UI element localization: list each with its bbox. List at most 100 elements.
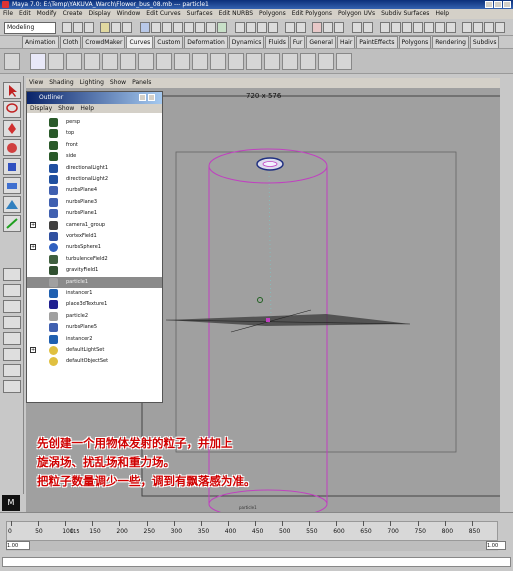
curve-tool-icon[interactable] [246,53,262,70]
mask-icon[interactable] [173,22,183,33]
status-icon[interactable] [495,22,505,33]
menu-edit-curves[interactable]: Edit Curves [143,9,183,19]
close-button[interactable] [503,1,511,8]
expand-toggle-icon[interactable]: + [30,244,36,251]
open-scene-icon[interactable] [73,22,83,33]
status-icon[interactable] [473,22,483,33]
shelf-tab-painteffects[interactable]: PaintEffects [356,36,398,48]
outliner-menu-display[interactable]: Display [27,104,55,113]
scale-tool-icon[interactable] [3,158,21,175]
menu-subdiv-surfaces[interactable]: Subdiv Surfaces [378,9,432,19]
shelf-tab-deformation[interactable]: Deformation [184,36,228,48]
history-icon[interactable] [285,22,295,33]
shelf-tab-rendering[interactable]: Rendering [432,36,469,48]
status-icon[interactable] [402,22,412,33]
outliner-item[interactable]: turbulenceField2 [27,254,162,266]
move-tool-icon[interactable] [3,120,21,137]
outliner-item[interactable]: instancer2 [27,334,162,346]
outliner-item[interactable]: nurbsPlane3 [27,197,162,209]
end-time-field[interactable]: 1.00 [486,541,506,550]
menu-modify[interactable]: Modify [34,9,60,19]
menu-file[interactable]: File [0,9,16,19]
menu-polygons[interactable]: Polygons [256,9,289,19]
mode-selector[interactable]: Modeling [4,22,56,34]
menu-help[interactable]: Help [432,9,452,19]
outliner-menu-help[interactable]: Help [77,104,97,113]
circle-icon[interactable] [120,53,136,70]
status-icon[interactable] [446,22,456,33]
render-icon[interactable] [312,22,322,33]
shelf-tab-dynamics[interactable]: Dynamics [228,36,265,48]
menu-window[interactable]: Window [114,9,144,19]
save-scene-icon[interactable] [84,22,94,33]
shelf-tab-subdivs[interactable]: Subdivs [469,36,500,48]
render-globals-icon[interactable] [334,22,344,33]
shelf-menu-icon[interactable] [4,53,20,70]
command-line-input[interactable] [2,557,511,567]
status-icon[interactable] [391,22,401,33]
outliner-item[interactable]: place3dTexture1 [27,299,162,311]
shelf-tab-curves[interactable]: Curves [126,36,154,48]
layout-single-icon[interactable] [3,268,21,281]
outliner-item[interactable]: front [27,140,162,152]
mask-icon[interactable] [151,22,161,33]
outliner-item[interactable]: directionalLight2 [27,174,162,186]
minimize-button[interactable] [485,1,493,8]
rotate-tool-icon[interactable] [3,139,21,156]
panel-menu-show[interactable]: Show [107,78,129,88]
curve-tool-icon[interactable] [300,53,316,70]
status-icon[interactable] [484,22,494,33]
panel-menu-view[interactable]: View [26,78,46,88]
curve-tool-icon[interactable] [336,53,352,70]
mask-icon[interactable] [217,22,227,33]
history-icon[interactable] [296,22,306,33]
shelf-tab-polygons[interactable]: Polygons [398,36,432,48]
panel-menu-panels[interactable]: Panels [129,78,154,88]
manipulator-tool-icon[interactable] [3,177,21,194]
lasso-tool-icon[interactable] [3,101,21,118]
menu-create[interactable]: Create [60,9,86,19]
layout-persp-graph-icon[interactable] [3,332,21,345]
new-scene-icon[interactable] [62,22,72,33]
start-time-field[interactable]: 1.00 [6,541,30,550]
layout-two-icon[interactable] [3,300,21,313]
layout-hypershade-icon[interactable] [3,348,21,361]
mask-icon[interactable] [184,22,194,33]
layout-custom-icon[interactable] [3,364,21,377]
range-slider[interactable] [6,541,498,551]
status-icon[interactable] [380,22,390,33]
mask-icon[interactable] [140,22,150,33]
outliner-item[interactable]: directionalLight1 [27,163,162,175]
expand-toggle-icon[interactable]: + [30,221,36,228]
status-icon[interactable] [424,22,434,33]
select-component-icon[interactable] [122,22,132,33]
layout-four-icon[interactable] [3,284,21,297]
outliner-minimize-button[interactable] [139,94,146,101]
outliner-item[interactable]: nurbsPlane5 [27,322,162,334]
mask-icon[interactable] [206,22,216,33]
select-hierarchy-icon[interactable] [100,22,110,33]
outliner-item[interactable]: defaultObjectSet [27,356,162,368]
shelf-tab-cloth[interactable]: Cloth [59,36,82,48]
layout-custom-icon[interactable] [3,380,21,393]
soft-mod-tool-icon[interactable] [3,196,21,213]
curve-tool-icon[interactable] [156,53,172,70]
arc-tool-icon[interactable] [84,53,100,70]
status-icon[interactable] [363,22,373,33]
panel-menu-lighting[interactable]: Lighting [77,78,107,88]
snap-view-plane-icon[interactable] [268,22,278,33]
select-tool-icon[interactable] [3,82,21,99]
menu-edit-nurbs[interactable]: Edit NURBS [216,9,256,19]
outliner-item[interactable]: side [27,151,162,163]
outliner-item[interactable]: + camera1_group [27,220,162,232]
outliner-item[interactable]: top [27,128,162,140]
snap-grid-icon[interactable] [235,22,245,33]
shelf-tab-custom[interactable]: Custom [154,36,184,48]
shelf-tab-hair[interactable]: Hair [336,36,356,48]
expand-toggle-icon[interactable]: + [30,347,36,353]
mask-icon[interactable] [195,22,205,33]
status-icon[interactable] [413,22,423,33]
square-icon[interactable] [138,53,154,70]
outliner-item[interactable]: particle1 [27,276,162,289]
panel-menu-shading[interactable]: Shading [46,78,76,88]
